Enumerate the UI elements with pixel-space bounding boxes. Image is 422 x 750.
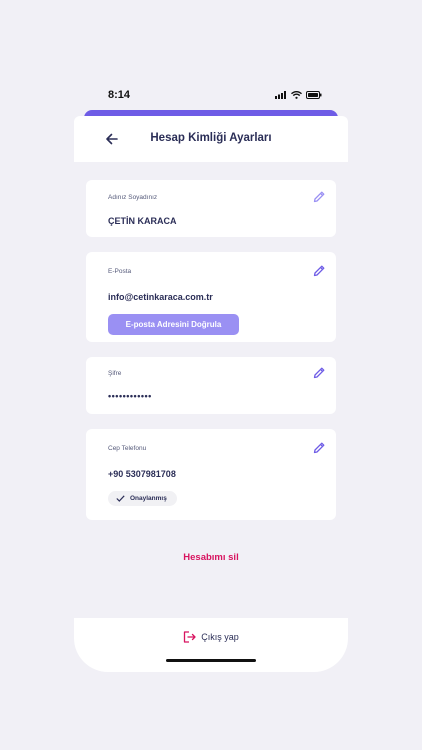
delete-account-link[interactable]: Hesabımı sil xyxy=(74,552,348,563)
header: Hesap Kimliği Ayarları xyxy=(74,116,348,162)
checkmark-icon xyxy=(116,495,125,502)
edit-password-pencil-icon[interactable] xyxy=(312,366,326,380)
approved-badge-label: Onaylanmış xyxy=(130,495,167,502)
edit-name-pencil-icon[interactable] xyxy=(312,190,326,204)
email-value: info@cetinkaraca.com.tr xyxy=(108,292,213,302)
phone-screen: 8:14 Hesap Kimliği Ayarları Adınız Soyad… xyxy=(74,78,348,672)
phone-card: Cep Telefonu +90 5307981708 Onaylanmış xyxy=(86,429,336,520)
email-label: E-Posta xyxy=(108,268,132,275)
edit-phone-pencil-icon[interactable] xyxy=(312,441,326,455)
status-icons xyxy=(275,91,322,99)
password-card: Şifre •••••••••••• xyxy=(86,357,336,414)
status-time: 8:14 xyxy=(108,89,131,101)
battery-icon xyxy=(306,91,322,99)
wifi-icon xyxy=(291,91,302,99)
email-card: E-Posta info@cetinkaraca.com.tr E-posta … xyxy=(86,252,336,342)
verify-email-button[interactable]: E-posta Adresini Doğrula xyxy=(108,314,239,335)
password-label: Şifre xyxy=(108,370,122,377)
logout-label: Çıkış yap xyxy=(201,632,239,642)
page-title: Hesap Kimliği Ayarları xyxy=(150,132,272,144)
password-value: •••••••••••• xyxy=(108,391,152,401)
edit-email-pencil-icon[interactable] xyxy=(312,264,326,278)
status-bar: 8:14 xyxy=(74,78,348,112)
footer: Çıkış yap xyxy=(74,618,348,672)
approved-badge: Onaylanmış xyxy=(108,491,177,506)
phone-value: +90 5307981708 xyxy=(108,469,176,479)
name-value: ÇETİN KARACA xyxy=(108,216,177,226)
phone-label: Cep Telefonu xyxy=(108,445,147,452)
logout-button[interactable]: Çıkış yap xyxy=(74,631,348,643)
logout-icon xyxy=(184,631,196,643)
signal-icon xyxy=(275,91,286,99)
name-label: Adınız Soyadınız xyxy=(108,194,158,201)
home-indicator[interactable] xyxy=(166,659,256,662)
name-card: Adınız Soyadınız ÇETİN KARACA xyxy=(86,180,336,237)
